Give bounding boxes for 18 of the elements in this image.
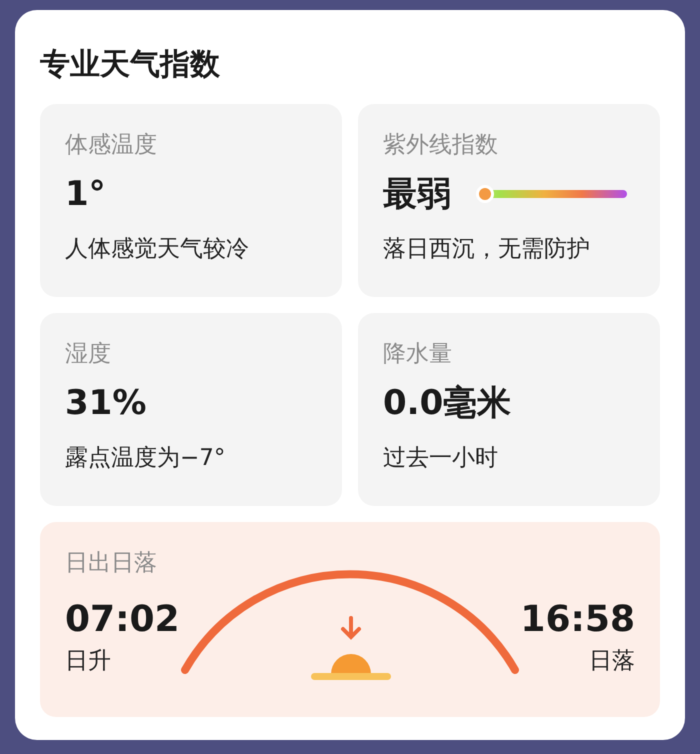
card-note: 露点温度为−7° [65, 444, 226, 473]
card-label: 紫外线指数 [383, 131, 499, 160]
card-value: 最弱 [383, 173, 451, 216]
card-value: 1° [65, 173, 107, 216]
sunrise-label: 日升 [65, 647, 112, 676]
card-label: 降水量 [383, 340, 453, 369]
card-note: 人体感觉天气较冷 [65, 235, 250, 264]
card-note: 落日西沉，无需防护 [383, 235, 591, 264]
sunrise-time: 07:02 [65, 598, 180, 642]
sunset-time: 16:58 [520, 598, 635, 642]
card-value: 31% [65, 382, 148, 425]
card-label: 湿度 [65, 340, 112, 369]
card-label: 日出日落 [65, 549, 158, 578]
section-title: 专业天气指数 [40, 48, 221, 82]
sunset-label: 日落 [589, 647, 635, 676]
card-note: 过去一小时 [383, 444, 499, 473]
card-value: 0.0毫米 [383, 382, 512, 425]
card-label: 体感温度 [65, 131, 158, 160]
